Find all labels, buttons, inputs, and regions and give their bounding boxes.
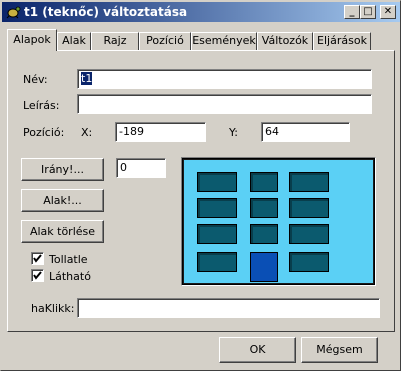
- dialog-window: t1 (teknőc) változtatása _ □ ✕ Alapok Al…: [0, 0, 401, 371]
- window-tile: [197, 224, 237, 244]
- window-tile: [250, 172, 278, 192]
- window-tile: [289, 198, 329, 218]
- y-label: Y:: [229, 126, 238, 139]
- tab-valtozok[interactable]: Változók: [257, 32, 313, 50]
- window-tile: [197, 252, 237, 272]
- window-tile: [197, 172, 237, 192]
- check-icon: [33, 271, 42, 280]
- window-tile: [289, 172, 329, 192]
- window-tile: [250, 224, 278, 244]
- name-input-value: t1: [81, 72, 93, 85]
- tab-alak[interactable]: Alak: [57, 32, 91, 50]
- ok-button[interactable]: OK: [219, 337, 296, 363]
- minimize-button[interactable]: _: [344, 5, 360, 19]
- tab-pozicio[interactable]: Pozíció: [139, 32, 191, 50]
- window-tile: [289, 252, 329, 272]
- direction-button[interactable]: Irány!...: [21, 158, 104, 181]
- tab-alapok[interactable]: Alapok: [7, 29, 57, 51]
- check-icon: [33, 254, 42, 263]
- title-bar[interactable]: t1 (teknőc) változtatása _ □ ✕: [2, 2, 400, 22]
- description-input[interactable]: [77, 94, 372, 114]
- solid-checkbox[interactable]: [31, 252, 44, 265]
- direction-input[interactable]: 0: [116, 158, 166, 178]
- shape-preview: [181, 157, 376, 286]
- window-tile: [250, 198, 278, 218]
- x-input[interactable]: -189: [115, 122, 206, 142]
- tab-eljarasok[interactable]: Eljárások: [313, 32, 371, 50]
- visible-checkbox[interactable]: [31, 269, 44, 282]
- window-tile: [197, 198, 237, 218]
- y-input[interactable]: 64: [261, 122, 350, 142]
- door-tile: [250, 252, 278, 282]
- maximize-button[interactable]: □: [360, 5, 376, 19]
- visible-label: Látható: [49, 270, 91, 283]
- name-input[interactable]: t1: [77, 69, 372, 89]
- x-label: X:: [81, 126, 93, 139]
- cancel-button[interactable]: Mégsem: [301, 337, 378, 363]
- position-label: Pozíció:: [23, 126, 65, 139]
- delete-shape-button[interactable]: Alak törlése: [21, 220, 104, 243]
- building-image: [183, 159, 374, 284]
- name-label: Név:: [23, 73, 48, 86]
- close-button[interactable]: ✕: [380, 5, 396, 19]
- window-tile: [289, 224, 329, 244]
- solid-label: Tollatle: [49, 253, 88, 266]
- window-title: t1 (teknőc) változtatása: [24, 5, 188, 19]
- tab-rajz[interactable]: Rajz: [91, 32, 139, 50]
- description-label: Leírás:: [23, 99, 60, 112]
- turtle-icon: [6, 6, 21, 19]
- onclick-label: haKlikk:: [31, 302, 75, 315]
- shape-button[interactable]: Alak!...: [21, 189, 104, 212]
- onclick-input[interactable]: [77, 298, 380, 318]
- tab-esemenyek[interactable]: Események: [191, 32, 257, 50]
